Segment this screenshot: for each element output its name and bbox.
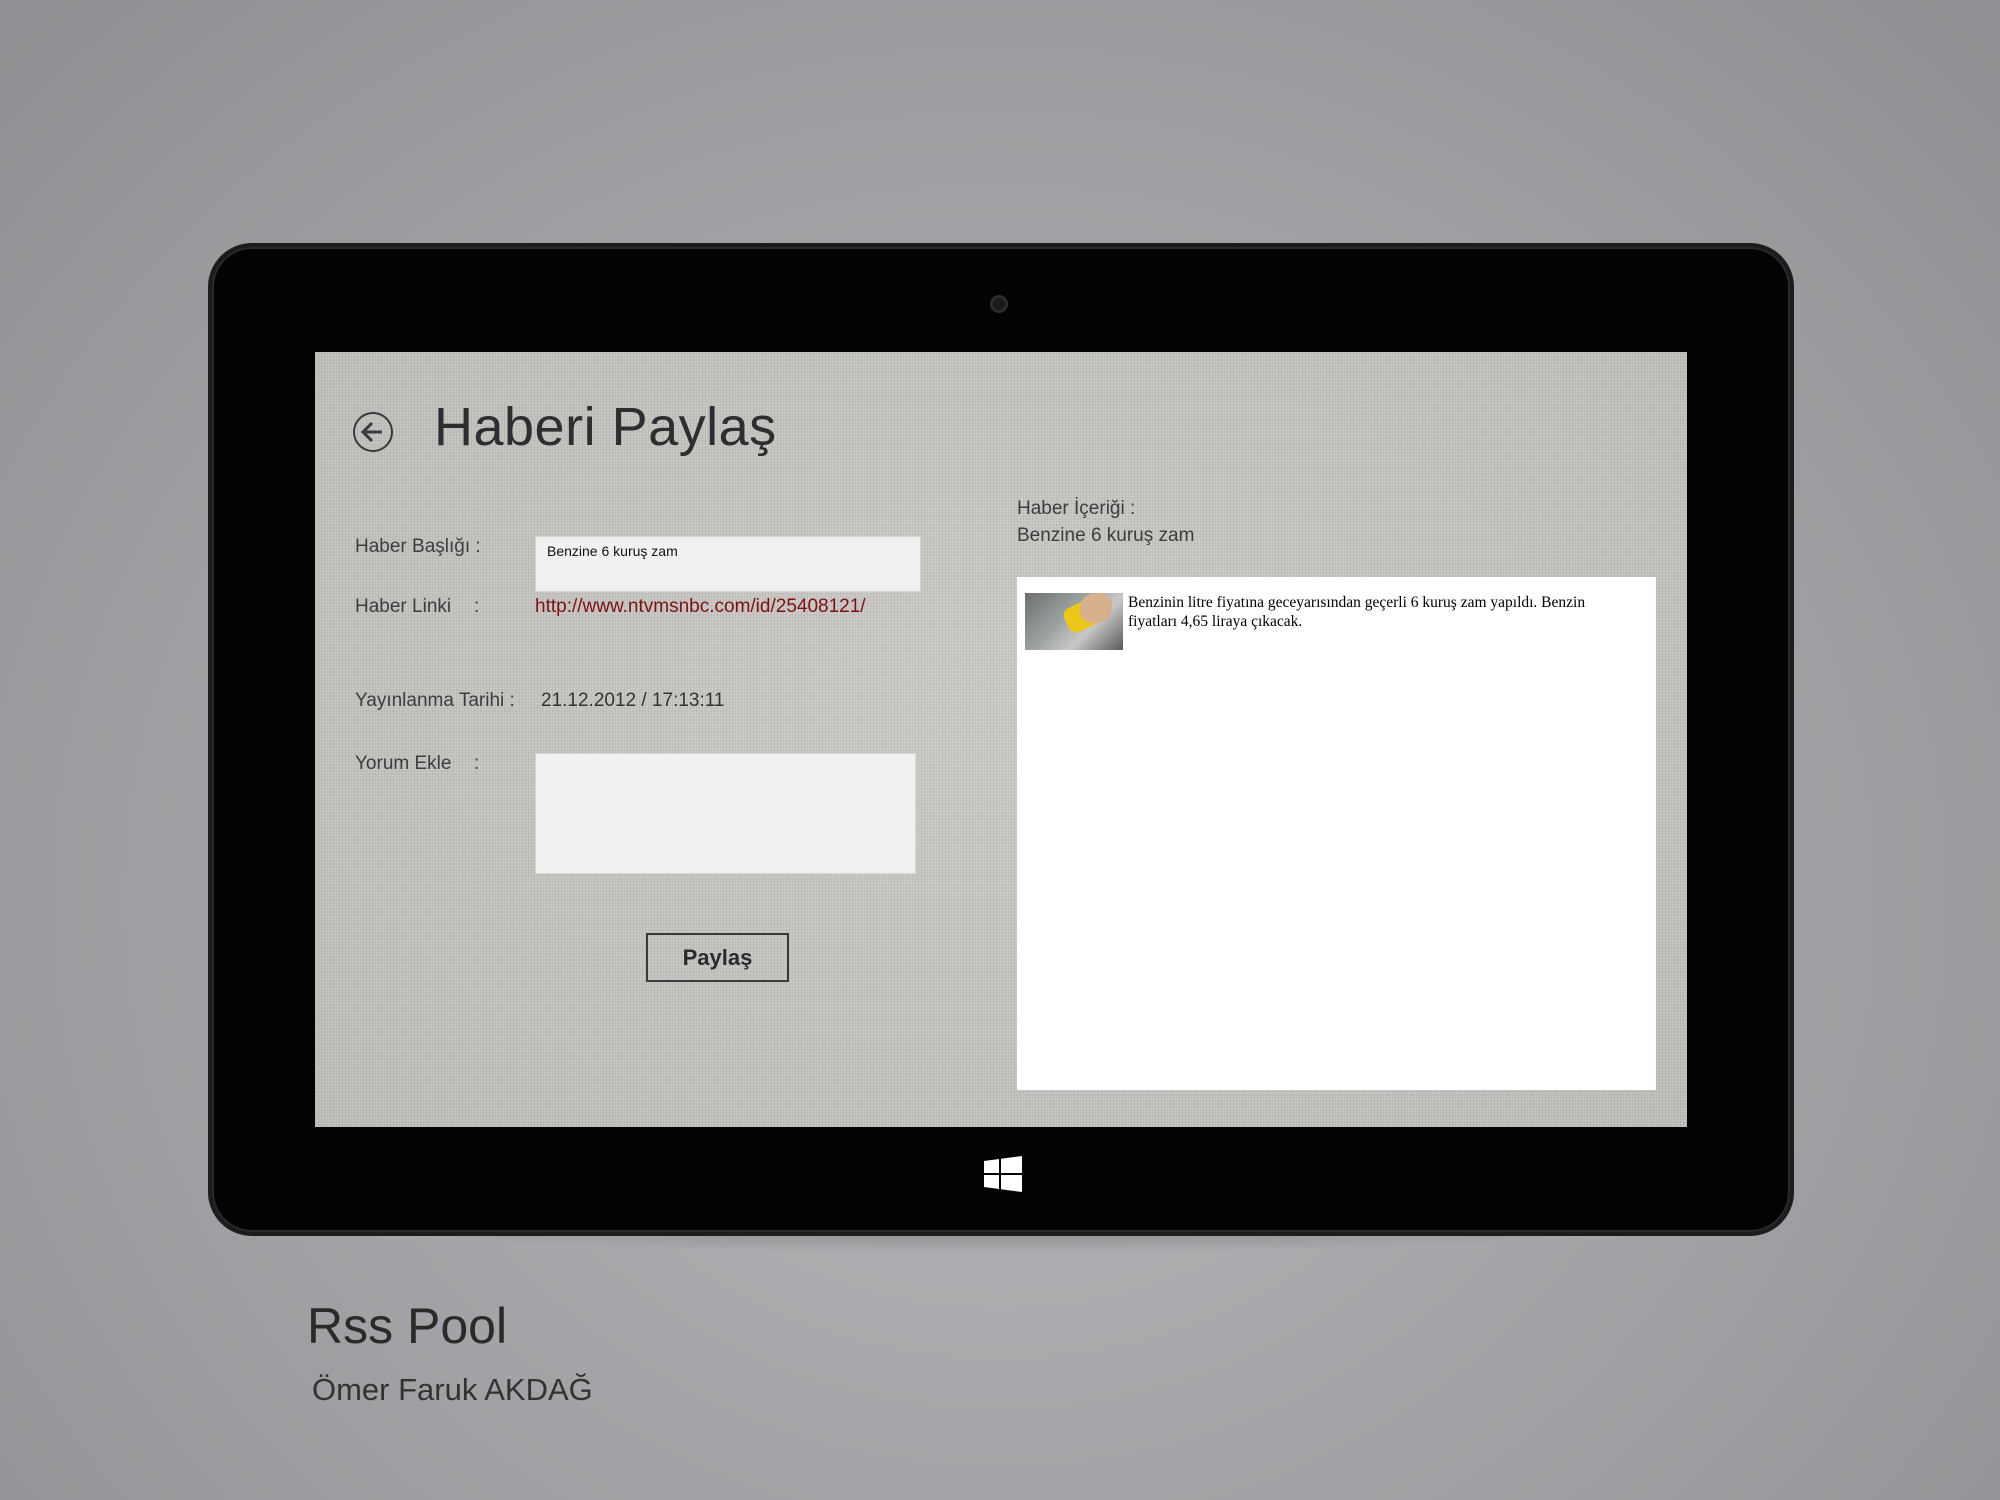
date-label: Yayınlanma Tarihi : <box>355 690 515 711</box>
comment-label-colon: : <box>474 753 480 774</box>
date-value: 21.12.2012 / 17:13:11 <box>541 690 725 711</box>
share-button[interactable]: Paylaş <box>646 933 789 982</box>
news-thumbnail <box>1025 593 1123 650</box>
app-screen: Haberi Paylaş Haber Başlığı : Benzine 6 … <box>315 352 1687 1127</box>
link-label-colon: : <box>474 596 480 617</box>
footer-app-name: Rss Pool <box>307 1298 508 1354</box>
footer-author: Ömer Faruk AKDAĞ <box>312 1372 593 1407</box>
windows-logo-icon[interactable] <box>984 1156 1022 1192</box>
link-label: Haber Linki <box>355 596 452 617</box>
back-button[interactable] <box>353 412 393 452</box>
camera-icon <box>990 295 1008 313</box>
hand-image <box>1080 593 1112 623</box>
title-input[interactable]: Benzine 6 kuruş zam <box>535 536 921 592</box>
article-body: Benzinin litre fiyatına geceyarısından g… <box>1128 594 1586 630</box>
title-label: Haber Başlığı : <box>355 536 481 557</box>
comment-input[interactable] <box>535 753 916 874</box>
page-title: Haberi Paylaş <box>434 397 777 457</box>
content-label: Haber İçeriği : <box>1017 498 1136 519</box>
content-panel: Benzinin litre fiyatına geceyarısından g… <box>1017 577 1656 1090</box>
back-arrow-icon <box>360 421 382 443</box>
news-link[interactable]: http://www.ntvmsnbc.com/id/25408121/ <box>535 596 866 618</box>
content-title: Benzine 6 kuruş zam <box>1017 525 1195 546</box>
comment-label: Yorum Ekle <box>355 753 452 774</box>
